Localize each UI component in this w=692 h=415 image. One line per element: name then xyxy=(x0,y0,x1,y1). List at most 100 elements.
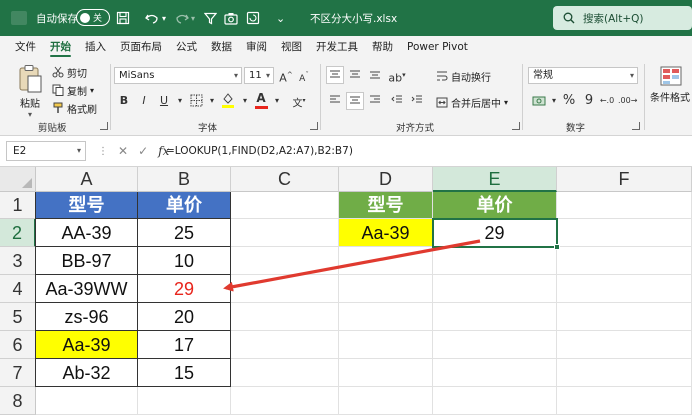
alignment-group-label: 对齐方式 xyxy=(396,123,435,134)
font-launcher-icon[interactable] xyxy=(310,122,318,130)
align-top-icon[interactable] xyxy=(326,66,344,84)
document-title: 不区分大小写.xlsx xyxy=(310,12,398,25)
tab-view[interactable]: 视图 xyxy=(274,36,309,58)
align-middle-icon[interactable] xyxy=(346,66,364,84)
tab-home[interactable]: 开始 xyxy=(43,36,78,58)
copy-button[interactable]: 复制 ▾ xyxy=(52,82,94,98)
copy-icon xyxy=(52,84,64,96)
number-format-value: 常规 xyxy=(533,70,553,81)
ribbon: 粘贴 ▾ 剪切 复制 ▾ 格式刷 剪贴板 MiSans ▾ 11 ▾ A^ Aˇ… xyxy=(0,58,692,136)
title-bar: 自动保存 关 ▾ ▾ ⌄ 不区分大小写.xlsx 搜索(Alt+Q) xyxy=(0,0,692,36)
align-left-icon[interactable] xyxy=(326,92,344,110)
tab-help[interactable]: 帮助 xyxy=(365,36,400,58)
phonetic-icon[interactable]: 文▾ xyxy=(290,92,308,110)
bold-button[interactable]: B xyxy=(115,92,133,110)
font-name-value: MiSans xyxy=(119,70,155,81)
wrap-text-icon xyxy=(437,71,448,80)
tab-formulas[interactable]: 公式 xyxy=(169,36,204,58)
more-options-icon[interactable]: ⋮ xyxy=(98,146,108,157)
decrease-indent-icon[interactable] xyxy=(388,92,406,110)
merge-icon xyxy=(436,97,448,107)
name-box[interactable]: E2 ▾ xyxy=(6,141,86,161)
font-name-select[interactable]: MiSans ▾ xyxy=(114,67,242,84)
brush-icon xyxy=(53,102,63,113)
paste-label: 粘贴 xyxy=(20,99,40,110)
filter-icon[interactable] xyxy=(204,0,217,36)
increase-indent-icon[interactable] xyxy=(408,92,426,110)
save-icon[interactable] xyxy=(116,0,130,36)
confirm-icon[interactable]: ✓ xyxy=(138,144,148,158)
decrease-font-icon[interactable]: Aˇ xyxy=(295,66,313,84)
undo-icon[interactable] xyxy=(144,0,160,36)
redo-icon[interactable] xyxy=(174,0,190,36)
ribbon-separator xyxy=(110,64,111,130)
worksheet-grid: A B C D E F 1 2 3 4 5 6 7 8 型号 单价 AA-39 … xyxy=(0,167,692,415)
autosave-state: 关 xyxy=(93,14,103,24)
increase-decimal-icon[interactable]: ←.0 xyxy=(598,92,616,110)
font-color-glyph: A xyxy=(256,91,266,105)
tab-developer[interactable]: 开发工具 xyxy=(309,36,365,58)
tab-page-layout[interactable]: 页面布局 xyxy=(113,36,169,58)
formula-input[interactable]: =LOOKUP(1,FIND(D2,A2:A7),B2:B7) xyxy=(166,141,353,161)
conditional-formatting-label: 条件格式 xyxy=(650,93,690,104)
orientation-icon[interactable]: ab▾ xyxy=(388,66,406,85)
formula-bar: E2 ▾ ⋮ ✕ ✓ fx =LOOKUP(1,FIND(D2,A2:A7),B… xyxy=(0,136,692,167)
clipboard-launcher-icon[interactable] xyxy=(100,122,108,130)
ribbon-separator xyxy=(320,64,321,130)
chevron-down-icon: ▾ xyxy=(233,71,238,80)
copy-label: 复制 xyxy=(67,86,87,98)
clipboard-icon xyxy=(19,65,42,93)
tab-data[interactable]: 数据 xyxy=(204,36,239,58)
tab-review[interactable]: 审阅 xyxy=(239,36,274,58)
redo-dropdown-icon[interactable]: ▾ xyxy=(191,0,195,36)
merge-dropdown-icon: ▾ xyxy=(504,97,509,107)
font-color-dropdown-icon[interactable]: ▾ xyxy=(268,92,286,110)
copy-dropdown-icon: ▾ xyxy=(90,85,95,95)
chevron-down-icon: ▾ xyxy=(265,71,270,80)
chevron-down-icon: ▾ xyxy=(629,71,634,80)
decrease-decimal-icon[interactable]: .00→ xyxy=(618,92,637,110)
search-placeholder: 搜索(Alt+Q) xyxy=(583,12,644,25)
format-painter-label: 格式刷 xyxy=(67,104,97,116)
font-size-select[interactable]: 11 ▾ xyxy=(244,67,274,84)
camera-icon[interactable] xyxy=(224,0,238,36)
ribbon-tabs: 文件 开始 插入 页面布局 公式 数据 审阅 视图 开发工具 帮助 Power … xyxy=(0,36,692,58)
alignment-launcher-icon[interactable] xyxy=(512,122,520,130)
number-format-select[interactable]: 常规 ▾ xyxy=(528,67,638,84)
paste-button[interactable]: 粘贴 ▾ xyxy=(14,64,46,119)
percent-icon[interactable]: % xyxy=(560,92,578,110)
cancel-icon[interactable]: ✕ xyxy=(118,144,128,158)
undo-dropdown-icon[interactable]: ▾ xyxy=(162,0,166,36)
tab-power-pivot[interactable]: Power Pivot xyxy=(400,36,475,58)
format-painter-button[interactable]: 格式刷 xyxy=(52,100,97,116)
align-center-icon[interactable] xyxy=(346,92,364,110)
number-launcher-icon[interactable] xyxy=(632,122,640,130)
refresh-icon[interactable] xyxy=(246,0,260,36)
name-box-value: E2 xyxy=(13,145,27,157)
fill-color-icon[interactable] xyxy=(219,92,237,110)
align-right-icon[interactable] xyxy=(366,92,384,110)
customize-qat-icon[interactable]: ⌄ xyxy=(276,0,285,36)
wrap-text-button[interactable]: 自动换行 xyxy=(436,68,491,84)
annotation-arrow-icon xyxy=(223,239,481,292)
chevron-down-icon: ▾ xyxy=(76,146,81,155)
cut-button[interactable]: 剪切 xyxy=(52,64,87,80)
italic-button[interactable]: I xyxy=(135,92,153,110)
ribbon-separator xyxy=(644,64,645,130)
excel-logo-icon xyxy=(10,0,28,36)
tab-insert[interactable]: 插入 xyxy=(78,36,113,58)
increase-font-icon[interactable]: A^ xyxy=(277,66,295,85)
merge-center-button[interactable]: 合并后居中 ▾ xyxy=(436,94,508,110)
formula-bar-buttons: ⋮ ✕ ✓ fx xyxy=(98,141,169,161)
conditional-formatting-button[interactable]: 条件格式 xyxy=(650,66,692,104)
ribbon-separator xyxy=(522,64,523,130)
paste-dropdown-icon: ▾ xyxy=(27,110,32,119)
tab-file[interactable]: 文件 xyxy=(8,36,43,58)
toggle-knob-icon xyxy=(80,12,90,23)
search-box[interactable]: 搜索(Alt+Q) xyxy=(553,6,692,30)
cut-label: 剪切 xyxy=(67,68,87,80)
autosave-toggle[interactable]: 关 xyxy=(76,9,110,26)
comma-style-icon[interactable]: 9 xyxy=(580,92,598,110)
clipboard-group-label: 剪贴板 xyxy=(38,123,67,134)
align-bottom-icon[interactable] xyxy=(366,66,384,84)
